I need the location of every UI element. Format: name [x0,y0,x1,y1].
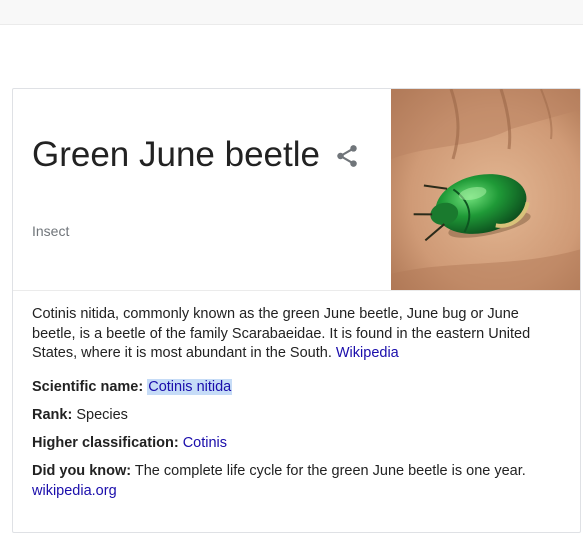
fact-did-you-know: Did you know: The complete life cycle fo… [32,461,561,501]
fact-rank: Rank: Species [32,405,561,425]
fact-value: The complete life cycle for the green Ju… [134,462,526,479]
knowledge-panel-header: Green June beetle Insect [13,89,580,291]
fact-label: Scientific name: [32,378,144,395]
fact-higher-classification: Higher classification: Cotinis [32,433,561,453]
description-text: Cotinis nitida, commonly known as the gr… [32,306,531,361]
knowledge-panel: Green June beetle Insect Cotinis nitida,… [12,88,581,533]
share-button[interactable] [333,142,361,170]
entity-description: Cotinis nitida, commonly known as the gr… [32,305,561,364]
scientific-name-link[interactable]: Cotinis nitida [147,378,233,395]
fact-scientific-name: Scientific name: Cotinis nitida [32,377,561,397]
fact-label: Rank: [32,406,73,423]
entity-subtitle: Insect [32,223,70,239]
higher-classification-link[interactable]: Cotinis [183,435,227,451]
wikipedia-source-link[interactable]: Wikipedia [336,345,399,361]
fact-label: Did you know: [32,462,132,479]
fact-label: Higher classification: [32,434,179,451]
top-bar [0,0,583,25]
entity-title: Green June beetle [32,135,320,174]
entity-image[interactable] [391,89,580,290]
beetle-on-hand-image [391,89,580,290]
fact-value: Species [76,406,128,423]
share-icon [337,145,357,167]
knowledge-panel-body: Cotinis nitida, commonly known as the gr… [13,291,580,501]
did-you-know-source-link[interactable]: wikipedia.org [32,483,117,499]
